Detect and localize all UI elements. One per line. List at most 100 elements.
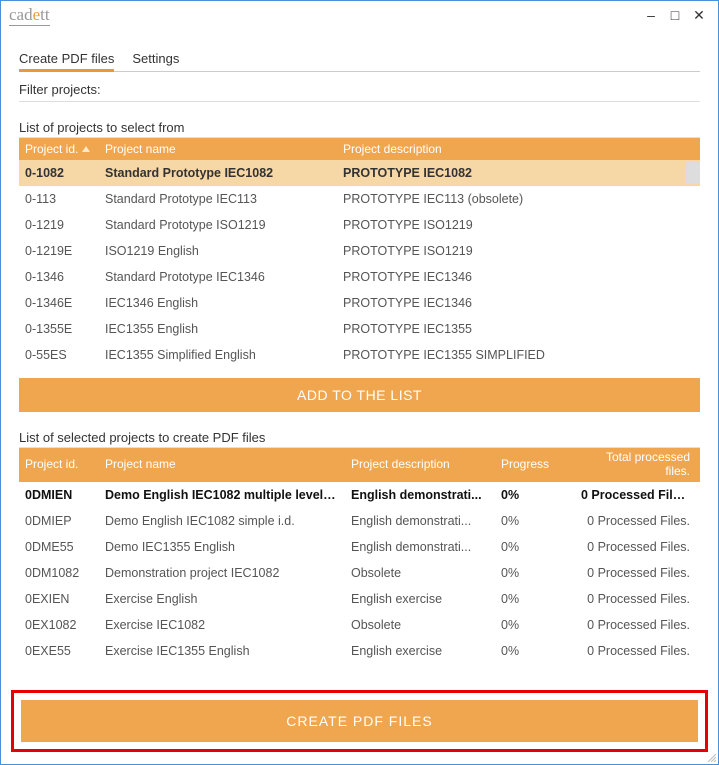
- source-row[interactable]: 0-1082Standard Prototype IEC1082PROTOTYP…: [19, 160, 700, 186]
- selected-row[interactable]: 0EXIENExercise EnglishEnglish exercise0%…: [19, 586, 700, 612]
- cell-sel-desc: English demonstrati...: [345, 537, 495, 557]
- source-row[interactable]: 0-55ESIEC1355 Simplified EnglishPROTOTYP…: [19, 342, 700, 368]
- selected-row[interactable]: 0DMIENDemo English IEC1082 multiple leve…: [19, 482, 700, 508]
- cell-project-desc: PROTOTYPE IEC113 (obsolete): [337, 189, 700, 209]
- create-pdf-files-button[interactable]: CREATE PDF FILES: [20, 699, 699, 743]
- cell-sel-desc: English exercise: [345, 589, 495, 609]
- cell-project-id: 0-1082: [19, 163, 99, 183]
- source-row[interactable]: 0-1219Standard Prototype ISO1219PROTOTYP…: [19, 212, 700, 238]
- selected-table: Project id. Project name Project descrip…: [19, 447, 700, 664]
- cell-sel-desc: English demonstrati...: [345, 511, 495, 531]
- selected-table-header: Project id. Project name Project descrip…: [19, 448, 700, 482]
- source-scrollbar[interactable]: [686, 162, 700, 184]
- selected-row[interactable]: 0EXE55Exercise IEC1355 EnglishEnglish ex…: [19, 638, 700, 664]
- cell-project-name: Standard Prototype IEC1082: [99, 163, 337, 183]
- cell-sel-name: Demonstration project IEC1082: [99, 563, 345, 583]
- header-project-desc[interactable]: Project description: [337, 138, 700, 160]
- maximize-button[interactable]: □: [664, 6, 686, 24]
- cell-project-desc: PROTOTYPE IEC1355 SIMPLIFIED: [337, 345, 700, 365]
- tab-bar: Create PDF files Settings: [19, 47, 700, 72]
- cell-sel-name: Exercise English: [99, 589, 345, 609]
- header-sel-progress[interactable]: Progress: [495, 448, 575, 482]
- header-sel-project-name[interactable]: Project name: [99, 448, 345, 482]
- cell-project-id: 0-1219E: [19, 241, 99, 261]
- selected-row[interactable]: 0EX1082Exercise IEC1082Obsolete0%0 Proce…: [19, 612, 700, 638]
- cell-project-name: IEC1355 Simplified English: [99, 345, 337, 365]
- cell-sel-desc: English demonstrati...: [345, 485, 495, 505]
- cell-sel-name: Exercise IEC1355 English: [99, 641, 345, 661]
- cell-project-id: 0-1346E: [19, 293, 99, 313]
- cell-sel-prog: 0%: [495, 537, 575, 557]
- cell-project-id: 0-55ES: [19, 345, 99, 365]
- cell-sel-prog: 0%: [495, 563, 575, 583]
- source-row[interactable]: 0-113Standard Prototype IEC113PROTOTYPE …: [19, 186, 700, 212]
- source-table: Project id. Project name Project descrip…: [19, 137, 700, 368]
- cell-project-desc: PROTOTYPE ISO1219: [337, 241, 700, 261]
- sort-asc-icon: [82, 146, 90, 152]
- cell-sel-id: 0DMIEP: [19, 511, 99, 531]
- close-button[interactable]: ✕: [688, 6, 710, 24]
- cell-project-desc: PROTOTYPE ISO1219: [337, 215, 700, 235]
- source-table-header: Project id. Project name Project descrip…: [19, 138, 700, 160]
- cell-project-name: Standard Prototype ISO1219: [99, 215, 337, 235]
- tab-create-pdf[interactable]: Create PDF files: [19, 47, 114, 72]
- cell-sel-id: 0EXIEN: [19, 589, 99, 609]
- source-row[interactable]: 0-1346EIEC1346 EnglishPROTOTYPE IEC1346: [19, 290, 700, 316]
- cell-sel-desc: Obsolete: [345, 615, 495, 635]
- selected-row[interactable]: 0DME55Demo IEC1355 EnglishEnglish demons…: [19, 534, 700, 560]
- app-logo: cadett: [9, 5, 50, 26]
- selected-list-title: List of selected projects to create PDF …: [19, 430, 700, 445]
- resize-grip[interactable]: [706, 752, 716, 762]
- cell-sel-total: 0 Processed Files.: [575, 641, 700, 661]
- filter-divider: [19, 101, 700, 102]
- cell-project-desc: PROTOTYPE IEC1346: [337, 293, 700, 313]
- cell-sel-id: 0EXE55: [19, 641, 99, 661]
- cell-sel-total: 0 Processed Files.: [575, 563, 700, 583]
- cell-sel-prog: 0%: [495, 615, 575, 635]
- cell-project-name: ISO1219 English: [99, 241, 337, 261]
- source-row[interactable]: 0-1346Standard Prototype IEC1346PROTOTYP…: [19, 264, 700, 290]
- source-row[interactable]: 0-1219EISO1219 EnglishPROTOTYPE ISO1219: [19, 238, 700, 264]
- highlight-annotation: CREATE PDF FILES: [11, 690, 708, 752]
- cell-project-id: 0-113: [19, 189, 99, 209]
- minimize-button[interactable]: –: [640, 6, 662, 24]
- header-sel-project-desc[interactable]: Project description: [345, 448, 495, 482]
- header-sel-total[interactable]: Total processed files.: [575, 448, 700, 482]
- cell-project-id: 0-1219: [19, 215, 99, 235]
- source-list-title: List of projects to select from: [19, 120, 700, 135]
- cell-sel-id: 0DMIEN: [19, 485, 99, 505]
- source-row[interactable]: 0-1355EIEC1355 EnglishPROTOTYPE IEC1355: [19, 316, 700, 342]
- cell-project-desc: PROTOTYPE IEC1346: [337, 267, 700, 287]
- cell-sel-name: Demo English IEC1082 simple i.d.: [99, 511, 345, 531]
- cell-sel-name: Demo English IEC1082 multiple level i.d.: [99, 485, 345, 505]
- cell-sel-name: Demo IEC1355 English: [99, 537, 345, 557]
- cell-project-id: 0-1346: [19, 267, 99, 287]
- cell-project-name: IEC1355 English: [99, 319, 337, 339]
- selected-row[interactable]: 0DMIEPDemo English IEC1082 simple i.d.En…: [19, 508, 700, 534]
- cell-sel-total: 0 Processed Files.: [575, 485, 700, 505]
- filter-projects-label: Filter projects:: [19, 78, 700, 101]
- cell-sel-prog: 0%: [495, 641, 575, 661]
- cell-sel-total: 0 Processed Files.: [575, 537, 700, 557]
- cell-project-id: 0-1355E: [19, 319, 99, 339]
- add-to-list-button[interactable]: ADD TO THE LIST: [19, 378, 700, 412]
- cell-project-desc: PROTOTYPE IEC1082: [337, 163, 700, 183]
- cell-sel-id: 0DME55: [19, 537, 99, 557]
- title-bar: cadett – □ ✕: [1, 1, 718, 29]
- content-area: Create PDF files Settings Filter project…: [1, 29, 718, 664]
- cell-sel-desc: English exercise: [345, 641, 495, 661]
- cell-sel-total: 0 Processed Files.: [575, 589, 700, 609]
- header-sel-project-id[interactable]: Project id.: [19, 448, 99, 482]
- cell-sel-prog: 0%: [495, 589, 575, 609]
- cell-project-name: IEC1346 English: [99, 293, 337, 313]
- selected-row[interactable]: 0DM1082Demonstration project IEC1082Obso…: [19, 560, 700, 586]
- cell-project-desc: PROTOTYPE IEC1355: [337, 319, 700, 339]
- cell-project-name: Standard Prototype IEC1346: [99, 267, 337, 287]
- cell-sel-prog: 0%: [495, 511, 575, 531]
- cell-sel-total: 0 Processed Files.: [575, 615, 700, 635]
- cell-sel-id: 0DM1082: [19, 563, 99, 583]
- header-project-name[interactable]: Project name: [99, 138, 337, 160]
- tab-settings[interactable]: Settings: [132, 47, 179, 71]
- cell-sel-total: 0 Processed Files.: [575, 511, 700, 531]
- header-project-id[interactable]: Project id.: [19, 138, 99, 160]
